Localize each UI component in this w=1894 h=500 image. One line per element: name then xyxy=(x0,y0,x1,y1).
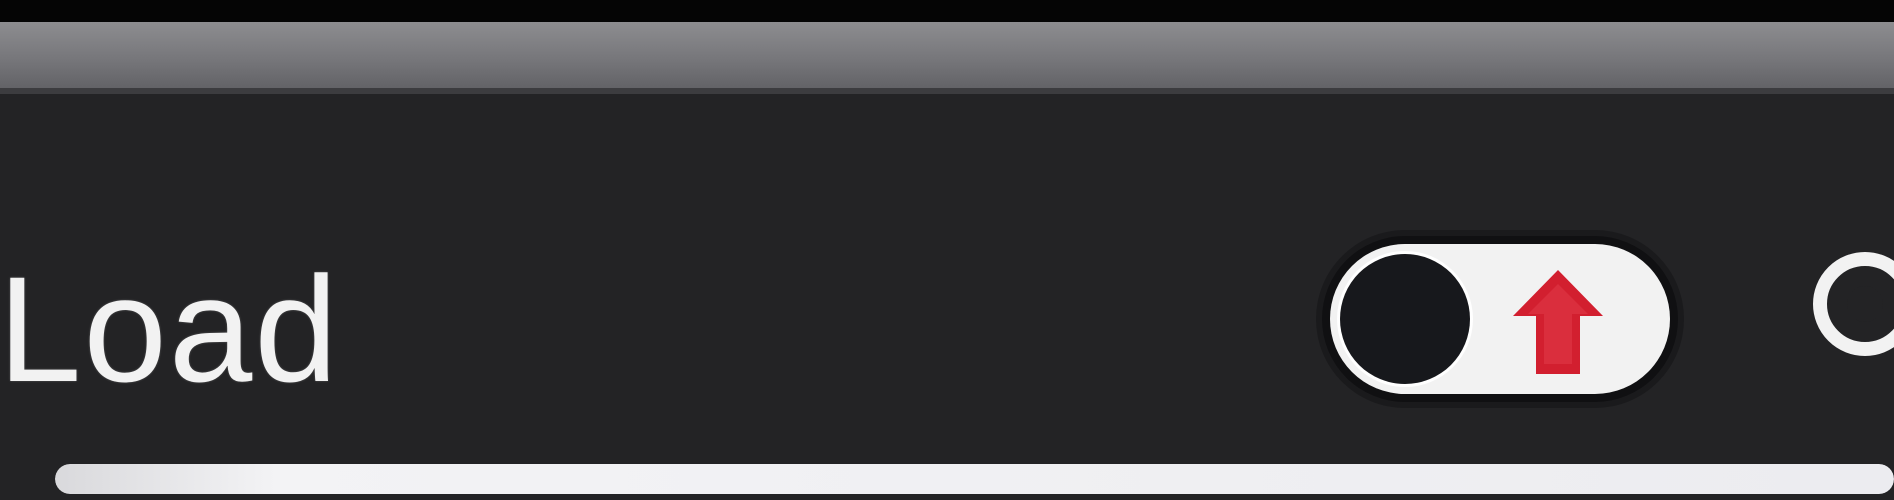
toggle-knob[interactable] xyxy=(1340,254,1470,384)
load-toggle[interactable] xyxy=(1330,244,1670,394)
clock-icon xyxy=(1813,252,1894,356)
top-bar-shadow xyxy=(0,0,1894,22)
load-panel: Load xyxy=(0,94,1894,500)
app-window: Load xyxy=(0,0,1894,500)
up-arrow-icon xyxy=(1513,270,1603,374)
load-label: Load xyxy=(0,245,340,413)
load-progress-fill xyxy=(55,464,1894,494)
title-bar xyxy=(0,22,1894,94)
load-progress-bar xyxy=(55,464,1894,494)
